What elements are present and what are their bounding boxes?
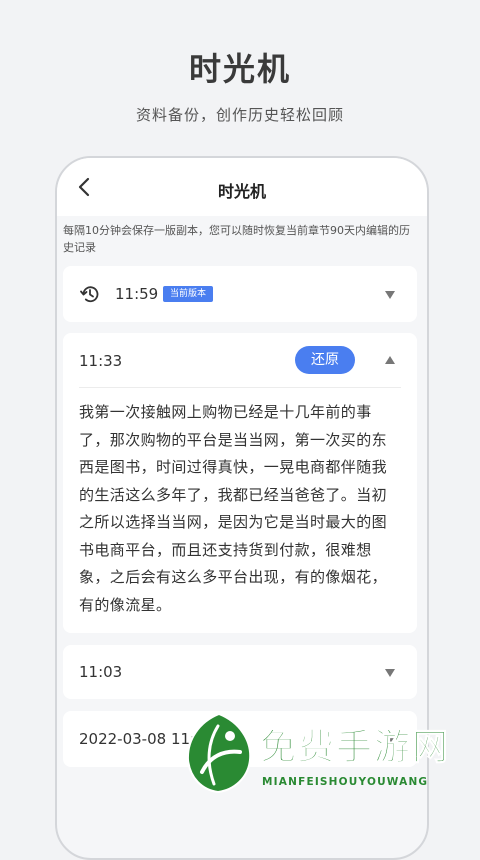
phone-frame: 时光机 每隔10分钟会保存一版副本，您可以随时恢复当前章节90天内编辑的历史记录… <box>55 156 429 860</box>
chevron-down-icon[interactable] <box>385 736 395 744</box>
chevron-down-icon[interactable] <box>385 291 395 299</box>
version-time: 2022-03-08 11:3 <box>79 730 205 748</box>
promo-subtitle: 资料备份，创作历史轻松回顾 <box>135 106 344 124</box>
version-card-current[interactable]: 11:59 当前版本 <box>63 266 417 322</box>
promo-title: 时光机 <box>188 50 291 88</box>
version-content: 我第一次接触网上购物已经是十几年前的事了，那次购物的平台是当当网，第一次买的东西… <box>79 403 388 614</box>
version-card[interactable]: 2022-03-08 11:3 <box>63 711 417 767</box>
info-hint: 每隔10分钟会保存一版副本，您可以随时恢复当前章节90天内编辑的历史记录 <box>63 224 410 254</box>
version-time: 11:59 <box>115 285 159 303</box>
chevron-down-icon[interactable] <box>385 669 395 677</box>
chevron-up-icon[interactable] <box>385 356 395 364</box>
version-card[interactable]: 11:03 <box>63 645 417 699</box>
history-icon <box>80 286 99 303</box>
current-version-badge: 当前版本 <box>163 286 214 302</box>
version-card-expanded: 11:33 还原 我第一次接触网上购物已经是十几年前的事了，那次购物的平台是当当… <box>63 333 417 633</box>
version-time: 11:03 <box>79 663 123 681</box>
version-time: 11:33 <box>79 352 123 370</box>
page-title: 时光机 <box>217 182 266 201</box>
nav-bar: 时光机 <box>57 158 427 216</box>
restore-button[interactable]: 还原 <box>295 346 355 374</box>
divider <box>79 387 401 388</box>
